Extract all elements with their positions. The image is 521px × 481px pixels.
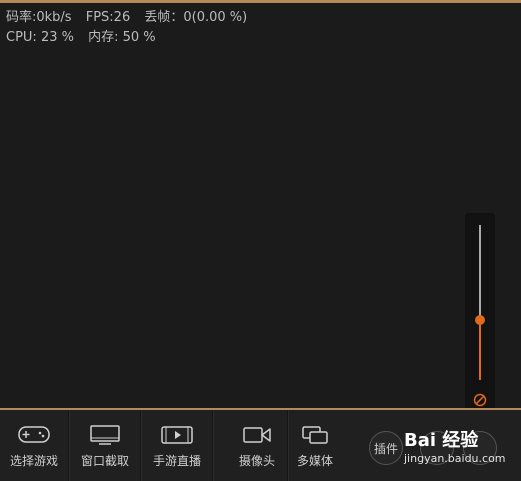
- mute-icon[interactable]: [473, 393, 487, 407]
- volume-knob[interactable]: [475, 314, 485, 325]
- plugin-label: 插件: [373, 441, 398, 456]
- plugin-button[interactable]: 插件: [369, 431, 403, 465]
- window-capture-label: 窗口截取: [80, 454, 129, 468]
- memory-text: 内存: 50 %: [88, 30, 156, 45]
- toolbar-divider: [212, 410, 214, 481]
- select-game-label: 选择游戏: [9, 454, 58, 468]
- bitrate-text: 码率:0kb/s: [6, 10, 72, 25]
- camera-label: 摄像头: [238, 454, 275, 468]
- cpu-text: CPU: 23 %: [6, 30, 74, 45]
- fps-text: FPS:26: [85, 10, 131, 25]
- mobile-live-button[interactable]: 手游直播: [142, 410, 212, 481]
- window-capture-button[interactable]: 窗口截取: [70, 410, 140, 481]
- camera-button[interactable]: 摄像头: [222, 410, 292, 481]
- multimedia-label: 多媒体: [296, 454, 333, 468]
- multimedia-button[interactable]: 多媒体: [287, 410, 343, 481]
- gamepad-icon: [18, 426, 50, 443]
- dropped-frames-text: 丢帧：0(0.00 %): [144, 10, 248, 25]
- preview-area: [0, 3, 521, 408]
- mobile-live-label: 手游直播: [152, 454, 201, 468]
- select-game-button[interactable]: 选择游戏: [0, 410, 68, 481]
- monitor-icon: [90, 425, 120, 445]
- media-icon: [302, 426, 328, 444]
- volume-fill: [479, 319, 481, 380]
- phone-play-icon: [161, 426, 193, 444]
- watermark-url: jingyan.baidu.com: [404, 452, 506, 465]
- baidu-watermark-logo: Bai 经验: [404, 430, 479, 451]
- volume-panel: [465, 213, 495, 412]
- camera-icon: [243, 427, 271, 443]
- stats-overlay: 码率:0kb/s FPS:26 丢帧：0(0.00 %) CPU: 23 % 内…: [6, 8, 257, 48]
